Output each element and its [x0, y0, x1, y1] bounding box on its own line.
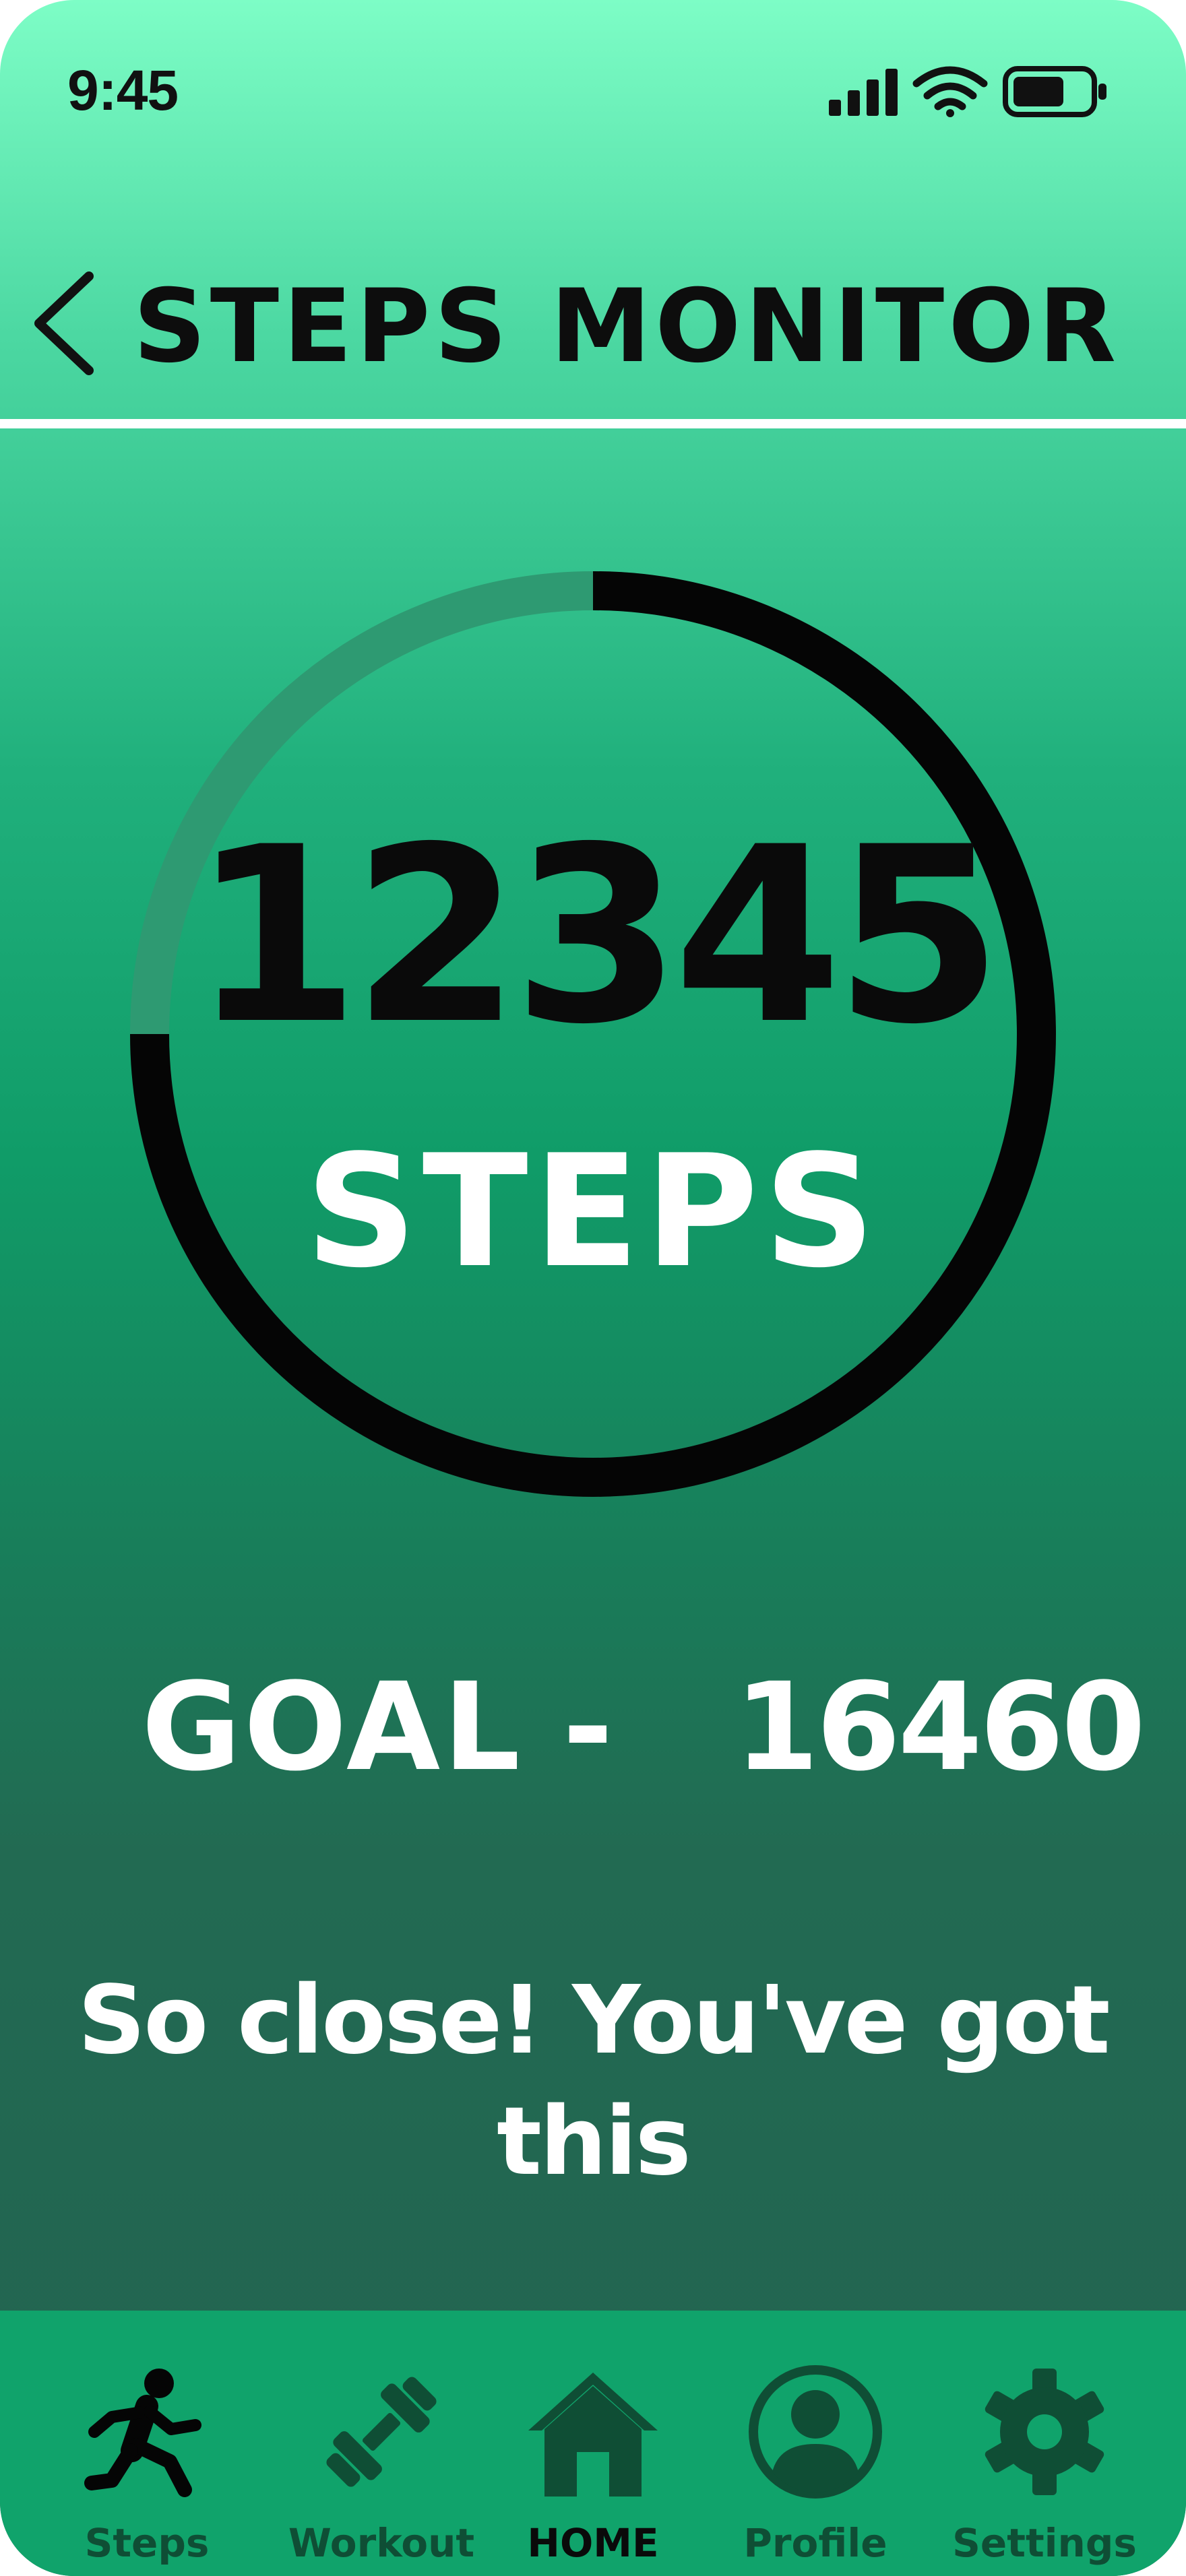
profile-icon: [749, 2365, 882, 2499]
steps-count: 12345: [191, 795, 1003, 1077]
nav-label-workout: Workout: [288, 2520, 475, 2566]
nav-item-steps[interactable]: Steps: [46, 2311, 248, 2576]
header-divider: [0, 419, 1186, 428]
goal-separator: -: [563, 1657, 613, 1798]
status-icons: [829, 66, 1106, 117]
gear-icon: [985, 2369, 1104, 2495]
bottom-nav: Steps Workout HOME Profile Settings: [0, 2311, 1186, 2576]
running-person-icon: [84, 2369, 201, 2497]
page-title: STEPS MONITOR: [133, 268, 1121, 385]
phone-screen: 9:45 STEPS MONITOR 12345 STEPS GOAL - 16…: [0, 0, 1186, 2576]
dumbbell-icon: [326, 2377, 437, 2487]
home-icon: [528, 2373, 658, 2497]
motivation-message: So close! You've got this: [77, 1966, 1110, 2197]
nav-item-workout[interactable]: Workout: [280, 2311, 482, 2576]
nav-label-profile: Profile: [743, 2520, 887, 2566]
goal-row: GOAL - 16460: [142, 1657, 1146, 1798]
goal-value: 16460: [735, 1657, 1146, 1798]
wifi-icon: [912, 66, 988, 117]
nav-item-settings[interactable]: Settings: [943, 2311, 1146, 2576]
status-time: 9:45: [67, 59, 179, 122]
cellular-signal-icon: [829, 69, 898, 116]
nav-item-home[interactable]: HOME: [492, 2311, 694, 2576]
nav-label-home: HOME: [527, 2520, 659, 2566]
nav-label-settings: Settings: [952, 2520, 1137, 2566]
nav-item-profile[interactable]: Profile: [714, 2311, 916, 2576]
nav-label-steps: Steps: [84, 2520, 210, 2566]
battery-icon: [1003, 66, 1106, 117]
goal-label: GOAL: [142, 1657, 523, 1798]
steps-unit-label: STEPS: [305, 1122, 881, 1302]
